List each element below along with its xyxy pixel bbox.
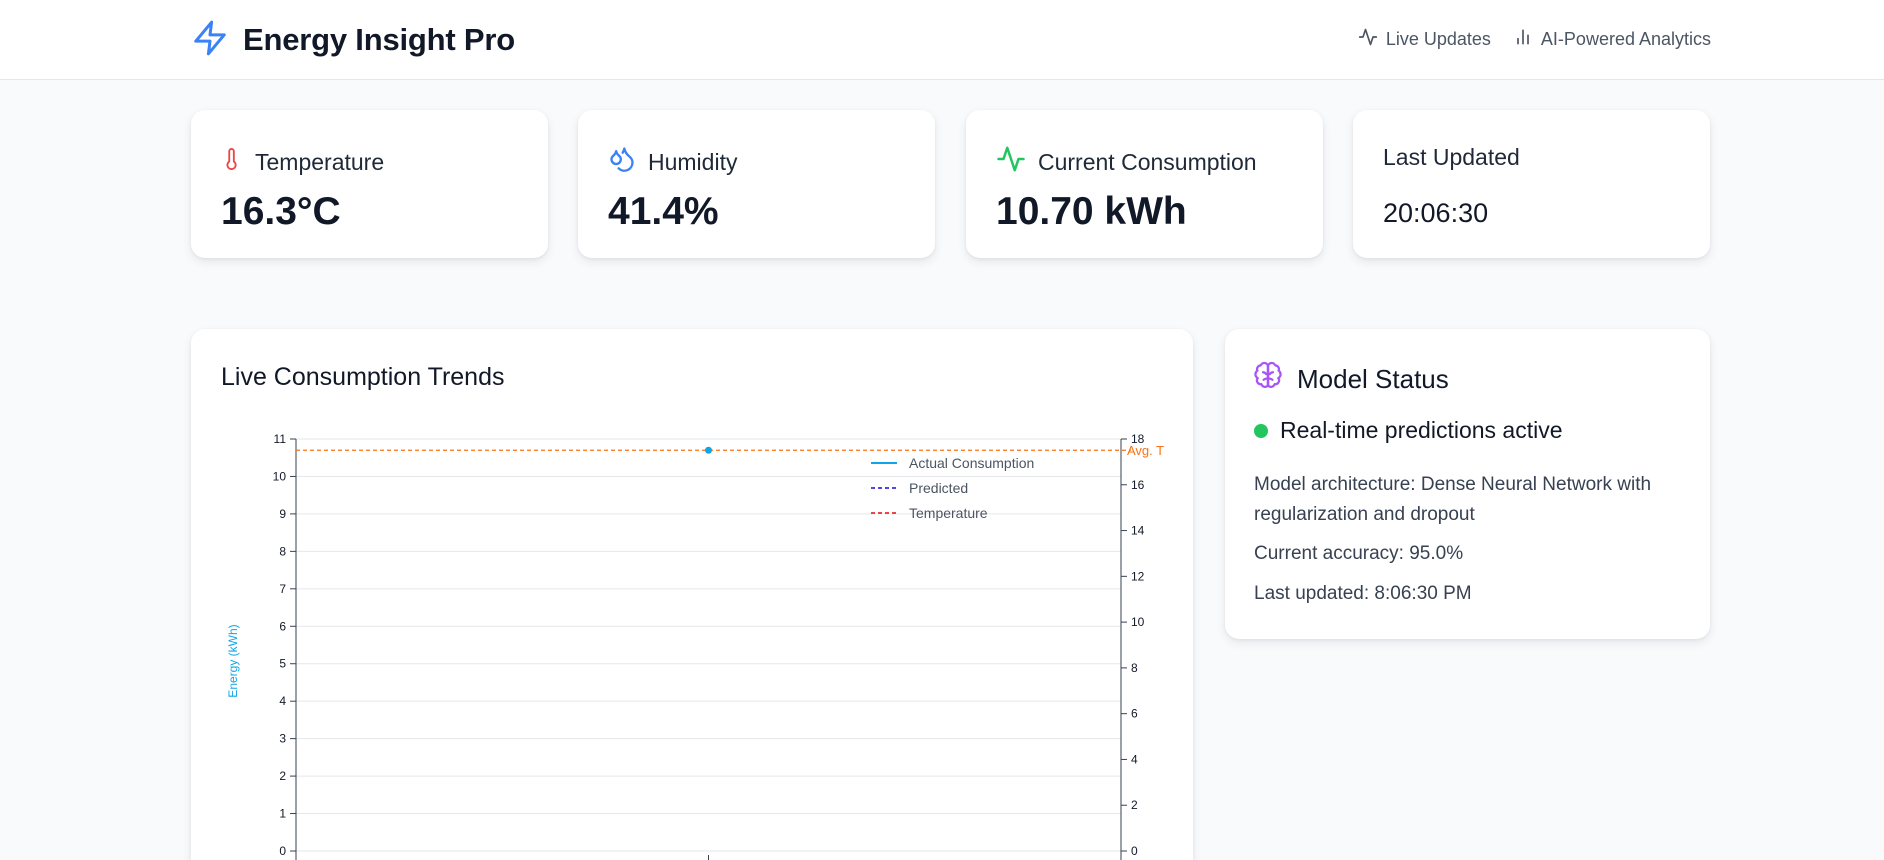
top-bar: Energy Insight Pro Live Updates AI-Power…: [0, 0, 1884, 80]
data-point: [705, 446, 712, 454]
droplets-icon: [608, 144, 636, 180]
nav-ai-analytics[interactable]: AI-Powered Analytics: [1513, 27, 1711, 52]
brain-icon: [1253, 361, 1283, 398]
consumption-card: Current Consumption 10.70 kWh: [966, 110, 1323, 258]
legend-label: Actual Consumption: [909, 455, 1034, 471]
y2-tick-label: 12: [1131, 569, 1145, 583]
model-status-title: Model Status: [1297, 364, 1449, 394]
y2-tick-label: 0: [1131, 844, 1138, 858]
header-nav: Live Updates AI-Powered Analytics: [1358, 27, 1711, 52]
y2-tick-label: 10: [1131, 615, 1145, 629]
y2-tick-label: 6: [1131, 707, 1138, 721]
stat-label: Humidity: [648, 148, 738, 175]
humidity-value: 41.4%: [608, 190, 719, 233]
lightning-icon: [191, 18, 229, 63]
model-architecture: Model architecture: Dense Neural Network…: [1254, 474, 1652, 525]
legend-label: Predicted: [909, 480, 968, 496]
y-tick-label: 0: [279, 844, 286, 858]
legend-label: Temperature: [909, 505, 988, 521]
nav-label: AI-Powered Analytics: [1540, 29, 1711, 49]
y-tick-label: 10: [273, 469, 287, 483]
last-updated-card: Last Updated 20:06:30: [1353, 110, 1710, 258]
humidity-card: Humidity 41.4%: [578, 110, 935, 258]
nav-live-updates[interactable]: Live Updates: [1358, 27, 1491, 52]
y-tick-label: 2: [279, 769, 286, 783]
temperature-card: Temperature 16.3°C: [191, 110, 548, 258]
status-dot: [1254, 423, 1268, 438]
stat-label: Last Updated: [1383, 144, 1520, 170]
bar-chart-icon: [1513, 27, 1533, 52]
y2-tick-label: 16: [1131, 478, 1145, 492]
consumption-chart: 01234567891011024681012141618Energy (kWh…: [226, 432, 1164, 860]
consumption-chart-card: Live Consumption Trends 0 1 2 3 4 5 6 7 8 9 10 11 0 2…: [191, 329, 1193, 860]
y-tick-label: 5: [279, 657, 286, 671]
reference-line-label: Avg. T: [1127, 443, 1164, 458]
y-tick-label: 1: [279, 807, 286, 821]
activity-icon: [996, 144, 1026, 180]
y-tick-label: 8: [279, 544, 286, 558]
y2-tick-label: 8: [1131, 661, 1138, 675]
y-axis-label: Energy (kWh): [226, 624, 240, 697]
consumption-value: 10.70 kWh: [996, 190, 1187, 233]
stat-label: Current Consumption: [1038, 148, 1257, 175]
y2-tick-label: 14: [1131, 524, 1145, 538]
model-accuracy: Current accuracy: 95.0%: [1254, 543, 1464, 564]
temperature-value: 16.3°C: [221, 190, 341, 233]
model-status-card: Model Status Real-time predictions activ…: [1225, 329, 1710, 639]
y2-tick-label: 2: [1131, 798, 1138, 812]
y-tick-label: 4: [279, 694, 286, 708]
thermometer-icon: [221, 144, 243, 180]
y-tick-label: 11: [274, 432, 287, 446]
app-title: Energy Insight Pro: [243, 22, 515, 57]
last-updated-value: 20:06:30: [1383, 198, 1489, 228]
y-tick-label: 6: [279, 619, 286, 633]
prediction-status-text: Real-time predictions active: [1280, 417, 1563, 443]
brand: Energy Insight Pro: [191, 20, 515, 60]
model-last-updated: Last updated: 8:06:30 PM: [1254, 583, 1472, 604]
activity-icon: [1358, 27, 1378, 52]
stat-label: Temperature: [255, 148, 385, 175]
y-tick-label: 9: [279, 507, 286, 521]
y-tick-label: 3: [279, 732, 286, 746]
y-tick-label: 7: [279, 582, 286, 596]
y2-tick-label: 4: [1131, 752, 1138, 766]
nav-label: Live Updates: [1385, 29, 1491, 49]
prediction-status: Real-time predictions active: [1254, 417, 1563, 444]
